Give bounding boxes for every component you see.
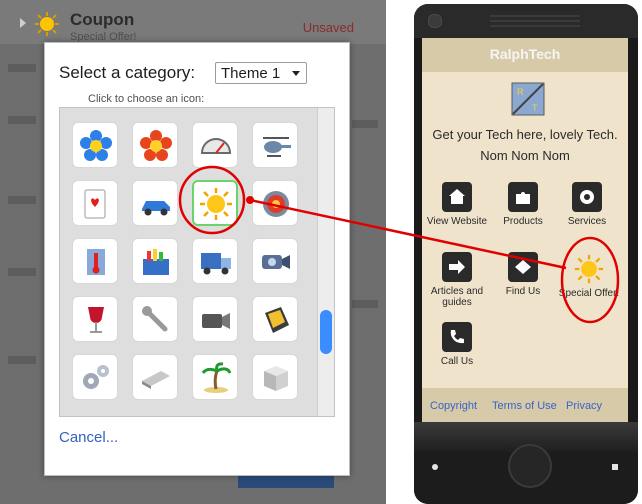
icon-tile-video-camera[interactable]	[192, 296, 238, 342]
speaker-grille-icon	[490, 15, 580, 27]
wrench-icon	[142, 306, 168, 332]
svg-text:T: T	[532, 103, 538, 113]
icon-hint: Click to choose an icon:	[88, 93, 205, 105]
phone-top-bezel	[414, 4, 638, 38]
icon-grid	[59, 107, 335, 417]
app-item-products[interactable]: Products	[492, 182, 554, 227]
camcorder-icon	[262, 255, 290, 269]
icon-tile-wine-glass[interactable]	[72, 296, 118, 342]
car-icon	[142, 201, 170, 216]
cancel-link[interactable]: Cancel...	[59, 429, 118, 446]
wine-glass-icon	[88, 307, 104, 333]
menu-square-icon[interactable]	[612, 464, 618, 470]
chevron-down-icon	[292, 71, 300, 76]
editor-field-line	[8, 196, 36, 204]
icon-tile-book[interactable]	[252, 296, 298, 342]
icon-tile-blue-flower[interactable]	[72, 122, 118, 168]
icon-tile-car[interactable]	[132, 180, 178, 226]
phone-bottom-bezel	[414, 422, 638, 504]
app-item-call-us[interactable]: Call Us	[426, 322, 488, 367]
svg-text:R: R	[517, 87, 524, 97]
app-item-articles[interactable]: Articles and guides	[426, 252, 488, 308]
phone-screen: RalphTech R T Get your Tech here, lovely…	[422, 38, 628, 422]
app-item-view-website[interactable]: View Website	[426, 182, 488, 227]
coupon-header[interactable]: Coupon Special Offer! Unsaved	[0, 0, 386, 44]
home-icon	[449, 189, 465, 204]
paint-box-icon	[143, 249, 169, 275]
phone-home-button[interactable]	[508, 444, 552, 488]
back-dot-icon[interactable]	[432, 464, 438, 470]
app-item-find-us[interactable]: Find Us	[492, 252, 554, 297]
speedometer-icon	[200, 138, 232, 154]
sun-icon	[574, 254, 604, 284]
editor-field-line	[352, 120, 378, 128]
red-flower-icon	[140, 130, 172, 161]
palm-tree-icon	[201, 362, 232, 393]
scrollbar-thumb[interactable]	[320, 310, 332, 354]
unsaved-status: Unsaved	[302, 20, 354, 35]
footer-terms-link[interactable]: Terms of Use	[492, 400, 557, 412]
book-icon	[265, 307, 289, 333]
icon-tile-paint-box[interactable]	[132, 238, 178, 284]
target-icon	[263, 191, 289, 217]
icon-tile-palm-tree[interactable]	[192, 354, 238, 400]
playing-cards-icon	[84, 189, 106, 219]
icon-tile-gears[interactable]	[72, 354, 118, 400]
video-camera-icon	[202, 313, 230, 329]
editor-field-line	[352, 300, 378, 308]
editor-field-line	[8, 356, 36, 364]
map-icon	[515, 260, 531, 274]
editor-field-line	[8, 116, 36, 124]
editor-field-line	[8, 64, 36, 72]
editor-save-button[interactable]	[238, 474, 334, 488]
phone-icon	[450, 330, 464, 344]
app-tagline: Get your Tech here, lovely Tech. Nom Nom…	[432, 127, 618, 163]
app-title: RalphTech	[489, 46, 561, 62]
camera-icon	[428, 14, 442, 28]
blue-flower-icon	[80, 130, 112, 161]
editor-field-line	[8, 268, 36, 276]
expand-arrow-icon[interactable]	[20, 18, 26, 28]
icon-tile-speedometer[interactable]	[192, 122, 238, 168]
icon-tile-target[interactable]	[252, 180, 298, 226]
puzzle-icon	[516, 192, 530, 204]
helicopter-icon	[263, 137, 291, 157]
category-selected-value: Theme 1	[221, 65, 281, 82]
category-select[interactable]: Theme 1	[215, 62, 307, 84]
icon-tile-scanner[interactable]	[132, 354, 178, 400]
coupon-sun-icon	[35, 12, 59, 36]
app-item-special-offer[interactable]: Special Offer!	[558, 254, 620, 299]
icon-tile-box[interactable]	[252, 354, 298, 400]
phone-preview: RalphTech R T Get your Tech here, lovely…	[414, 4, 638, 504]
icon-tile-playing-cards[interactable]	[72, 180, 118, 226]
app-footer: Copyright Terms of Use Privacy	[422, 388, 628, 422]
coupon-title: Coupon	[70, 10, 135, 29]
app-header: RalphTech	[422, 38, 628, 72]
icon-picker-dialog: Select a category: Theme 1 Click to choo…	[44, 42, 350, 476]
gears-icon	[83, 365, 109, 389]
sun-icon	[200, 188, 232, 220]
box-icon	[264, 366, 288, 391]
icon-tile-wrench[interactable]	[132, 296, 178, 342]
icon-tile-truck[interactable]	[192, 238, 238, 284]
arrow-icon	[449, 260, 465, 274]
icon-tile-thermometer[interactable]	[72, 238, 118, 284]
gear-icon	[580, 190, 594, 204]
app-item-services[interactable]: Services	[556, 182, 618, 227]
ralphtech-logo: R T	[511, 82, 545, 116]
icon-tile-helicopter[interactable]	[252, 122, 298, 168]
footer-copyright-link[interactable]: Copyright	[430, 400, 477, 412]
icon-tile-red-flower[interactable]	[132, 122, 178, 168]
scanner-icon	[142, 371, 170, 389]
thermometer-icon	[87, 249, 105, 275]
footer-privacy-link[interactable]: Privacy	[566, 400, 602, 412]
icon-grid-scrollbar[interactable]	[317, 108, 334, 416]
icon-tile-sun[interactable]	[192, 180, 238, 226]
truck-icon	[201, 253, 231, 275]
category-prompt: Select a category:	[59, 63, 196, 82]
icon-tile-camcorder[interactable]	[252, 238, 298, 284]
